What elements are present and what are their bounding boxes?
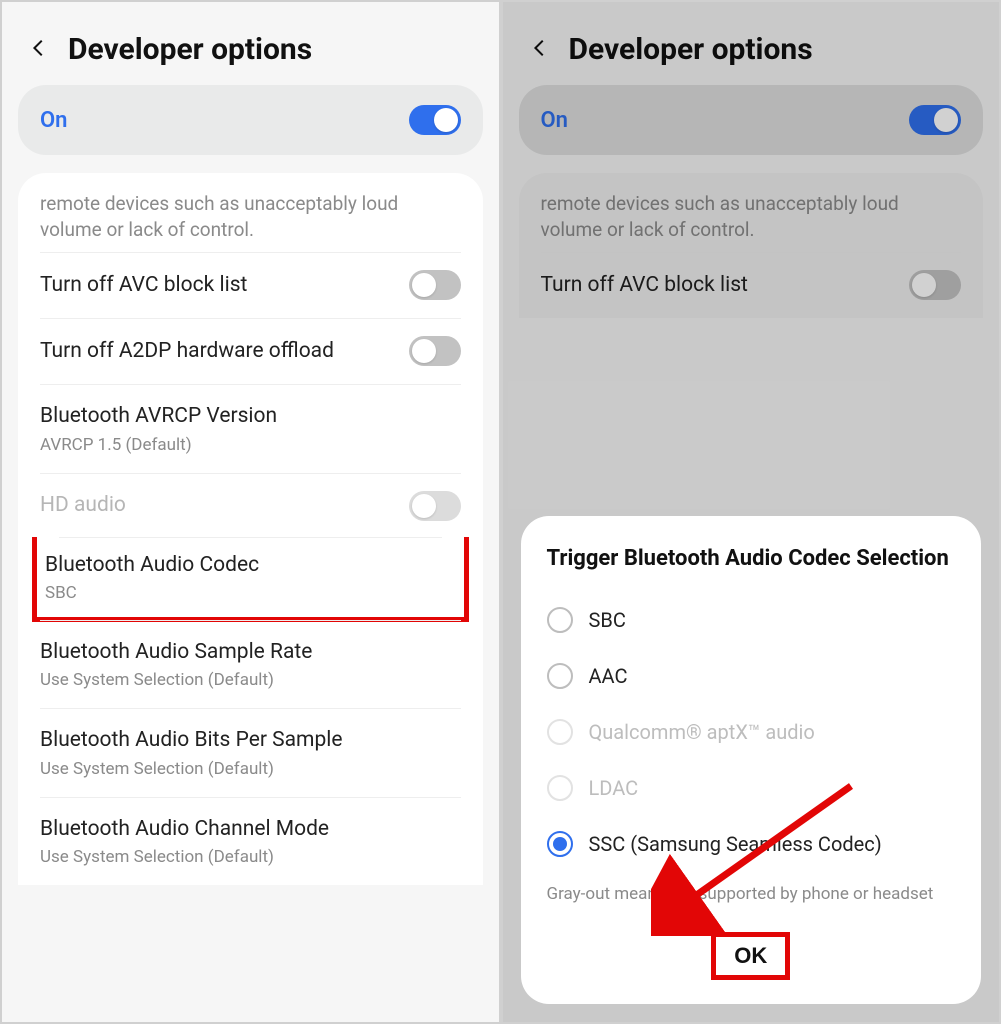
row-bits-per-sample[interactable]: Bluetooth Audio Bits Per Sample Use Syst… <box>18 708 483 796</box>
page-title: Developer options <box>68 32 312 67</box>
row-sublabel: Use System Selection (Default) <box>40 759 461 779</box>
radio-icon <box>547 719 573 745</box>
dialog-title: Trigger Bluetooth Audio Codec Selection <box>547 544 956 574</box>
master-toggle-row[interactable]: On <box>18 85 483 155</box>
radio-label: Qualcomm® aptX™ audio <box>589 720 815 744</box>
radio-ssc[interactable]: SSC (Samsung Seamless Codec) <box>547 816 956 872</box>
row-sublabel: Use System Selection (Default) <box>40 670 461 690</box>
row-label: Turn off A2DP hardware offload <box>40 337 393 365</box>
radio-label: AAC <box>589 664 628 688</box>
row-sublabel: Use System Selection (Default) <box>40 847 461 867</box>
row-channel-mode[interactable]: Bluetooth Audio Channel Mode Use System … <box>18 797 483 885</box>
radio-icon[interactable] <box>547 831 573 857</box>
a2dp-toggle[interactable] <box>409 336 461 366</box>
dialog-actions: OK <box>547 932 956 980</box>
row-label: Bluetooth AVRCP Version <box>40 402 461 430</box>
radio-icon <box>547 775 573 801</box>
left-screenshot: Developer options On remote devices such… <box>2 2 499 1022</box>
row-sample-rate[interactable]: Bluetooth Audio Sample Rate Use System S… <box>18 620 483 708</box>
dialog-hint: Gray-out means not supported by phone or… <box>547 884 956 904</box>
row-avc-block-list[interactable]: Turn off AVC block list <box>18 252 483 318</box>
master-toggle-label: On <box>40 108 67 133</box>
row-hd-audio: HD audio <box>18 473 483 539</box>
radio-aac[interactable]: AAC <box>547 648 956 704</box>
row-sublabel: SBC <box>45 583 456 603</box>
right-screenshot: Developer options On remote devices such… <box>503 2 1000 1022</box>
radio-label: LDAC <box>589 776 639 800</box>
master-toggle[interactable] <box>409 105 461 135</box>
hd-audio-toggle <box>409 491 461 521</box>
section-hint: remote devices such as unacceptably loud… <box>18 185 483 252</box>
row-label: Bluetooth Audio Codec <box>45 551 456 579</box>
ok-highlight: OK <box>711 932 790 980</box>
back-icon[interactable] <box>28 37 50 63</box>
radio-aptx: Qualcomm® aptX™ audio <box>547 704 956 760</box>
ok-button[interactable]: OK <box>734 943 767 969</box>
radio-ldac: LDAC <box>547 760 956 816</box>
row-avrcp-version[interactable]: Bluetooth AVRCP Version AVRCP 1.5 (Defau… <box>18 384 483 472</box>
radio-sbc[interactable]: SBC <box>547 592 956 648</box>
radio-icon[interactable] <box>547 663 573 689</box>
row-label: HD audio <box>40 491 393 519</box>
row-sublabel: AVRCP 1.5 (Default) <box>40 435 461 455</box>
radio-label: SBC <box>589 608 626 632</box>
row-a2dp-offload[interactable]: Turn off A2DP hardware offload <box>18 318 483 384</box>
row-label: Turn off AVC block list <box>40 271 393 299</box>
settings-list: remote devices such as unacceptably loud… <box>18 173 483 885</box>
row-bluetooth-audio-codec[interactable]: Bluetooth Audio Codec SBC <box>32 537 469 622</box>
radio-label: SSC (Samsung Seamless Codec) <box>589 832 882 856</box>
header: Developer options <box>2 2 499 85</box>
radio-icon[interactable] <box>547 607 573 633</box>
row-label: Bluetooth Audio Channel Mode <box>40 815 461 843</box>
avc-toggle[interactable] <box>409 270 461 300</box>
codec-dialog: Trigger Bluetooth Audio Codec Selection … <box>521 516 982 1004</box>
row-label: Bluetooth Audio Sample Rate <box>40 638 461 666</box>
row-label: Bluetooth Audio Bits Per Sample <box>40 726 461 754</box>
